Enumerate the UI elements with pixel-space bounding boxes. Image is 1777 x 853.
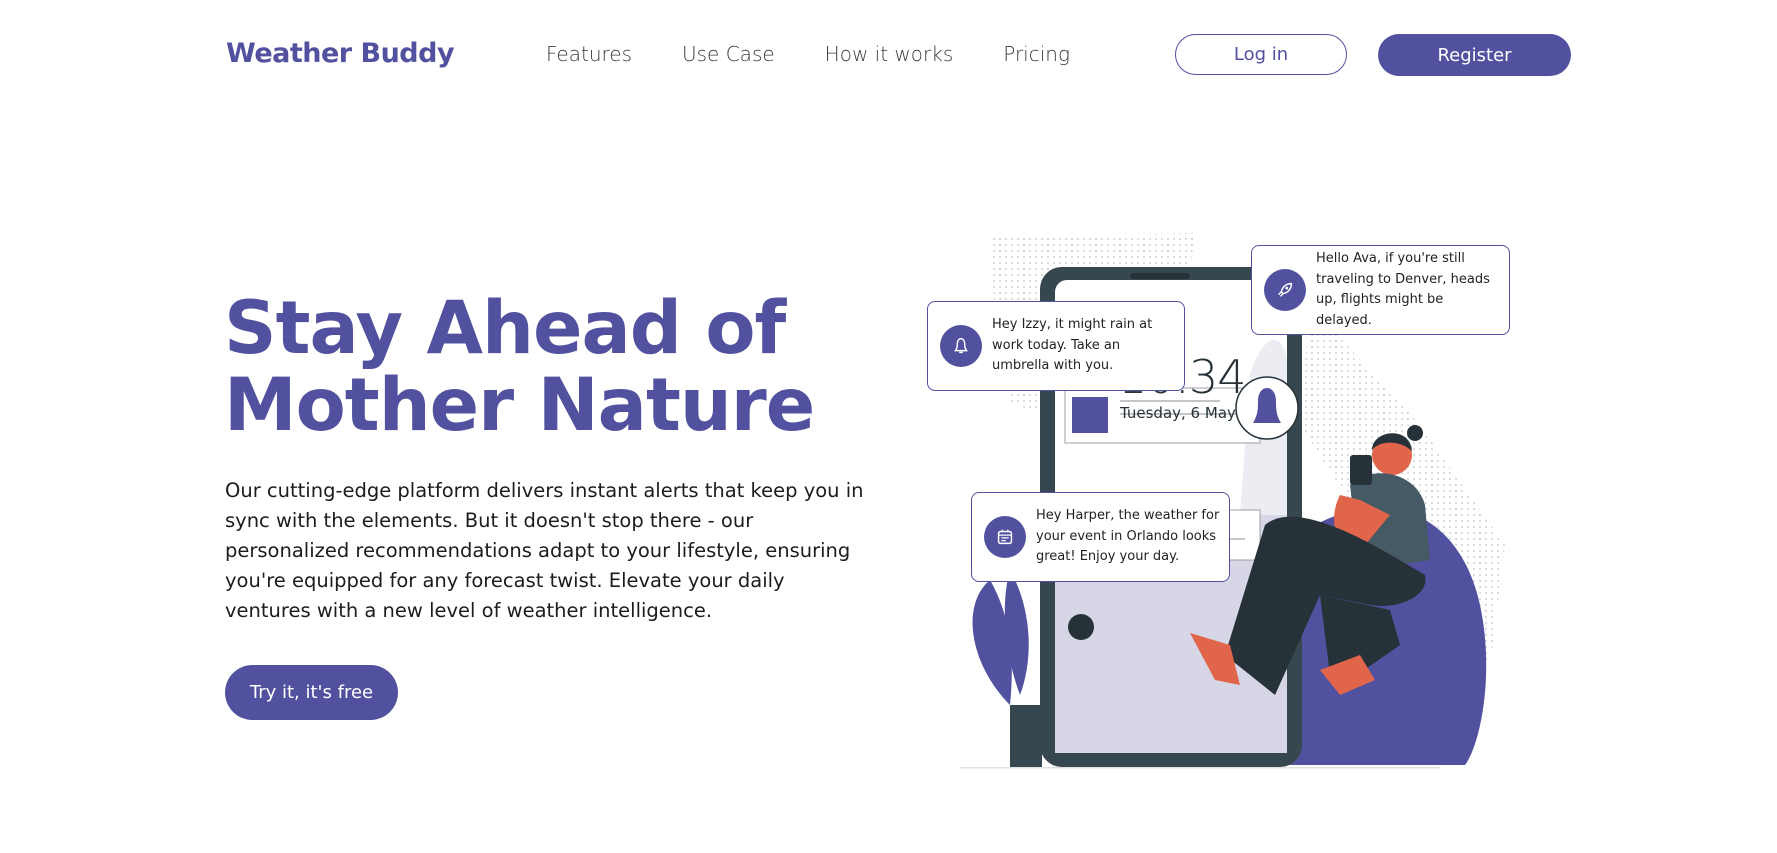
phone-notch [1130, 273, 1190, 279]
plant-pot [1010, 705, 1042, 767]
notification-card-harper: Hey Harper, the weather for your event i… [971, 492, 1230, 582]
phone-date: Tuesday, 6 May [1120, 404, 1236, 422]
nav-features[interactable]: Features [546, 42, 632, 66]
notification-text: Hey Harper, the weather for your event i… [1036, 508, 1220, 565]
ground-line [960, 767, 1440, 769]
hero-description: Our cutting-edge platform delivers insta… [225, 479, 864, 622]
notification-card-izzy: Hey Izzy, it might rain at work today. T… [927, 301, 1185, 391]
notification-card-ava: Hello Ava, if you're still traveling to … [1251, 245, 1510, 335]
try-free-button[interactable]: Try it, it's free [225, 665, 398, 720]
login-button[interactable]: Log in [1175, 34, 1347, 75]
nav-use-case[interactable]: Use Case [682, 42, 775, 66]
flashlight-icon [1068, 614, 1094, 640]
bell-icon [940, 325, 982, 367]
notification-text: Hey Izzy, it might rain at work today. T… [992, 317, 1153, 374]
hero-title: Stay Ahead of Mother Nature [224, 286, 815, 448]
rocket-icon [1264, 269, 1306, 311]
message-icon [1072, 397, 1108, 433]
nav-pricing[interactable]: Pricing [1003, 42, 1070, 66]
nav-how-it-works[interactable]: How it works [825, 42, 954, 66]
notification-text: Hello Ava, if you're still traveling to … [1316, 251, 1490, 328]
hero-title-line-2: Mother Nature [224, 363, 815, 448]
register-button[interactable]: Register [1378, 34, 1571, 76]
hero-title-line-1: Stay Ahead of [224, 286, 786, 371]
calendar-icon [984, 516, 1026, 558]
phone-in-hand [1350, 455, 1372, 485]
main-nav: Features Use Case How it works Pricing [546, 42, 1070, 66]
brand-logo[interactable]: Weather Buddy [226, 38, 455, 69]
